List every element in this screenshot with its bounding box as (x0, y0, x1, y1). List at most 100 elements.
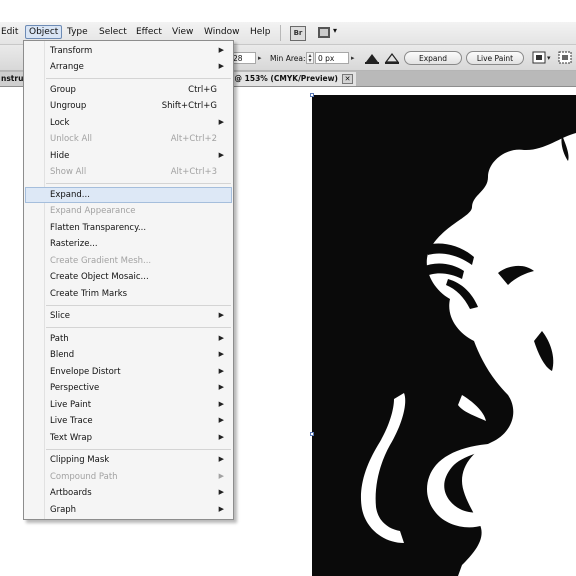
menu-item-label: Show All (50, 167, 87, 177)
menu-item-blend[interactable]: Blend ▶ (25, 347, 232, 363)
selection-handle[interactable] (310, 432, 314, 436)
menu-item-transform[interactable]: Transform ▶ (25, 43, 232, 59)
menu-item-clipping-mask[interactable]: Clipping Mask ▶ (25, 452, 232, 468)
field-arrow-icon[interactable]: ▸ (351, 54, 355, 62)
triangle-right-icon: ▶ (218, 367, 224, 375)
triangle-right-icon: ▶ (218, 455, 224, 463)
menu-item-label: Flatten Transparency... (50, 223, 147, 233)
chevron-down-icon[interactable]: ▾ (333, 26, 337, 35)
menu-help[interactable]: Help (250, 27, 271, 37)
menu-item-shortcut: Alt+Ctrl+2 (170, 134, 217, 144)
menu-item-perspective[interactable]: Perspective ▶ (25, 380, 232, 396)
min-area-field[interactable]: 0 px (315, 52, 349, 64)
menu-item-arrange[interactable]: Arrange ▶ (25, 59, 232, 75)
menu-item-text-wrap[interactable]: Text Wrap ▶ (25, 430, 232, 446)
menu-item-label: Create Trim Marks (50, 289, 128, 299)
triangle-right-icon: ▶ (218, 46, 224, 54)
field-arrow-icon[interactable]: ▸ (258, 54, 262, 62)
menu-item-expand-appearance: Expand Appearance (25, 203, 232, 219)
menu-item-label: Rasterize... (50, 239, 98, 249)
menu-item-expand[interactable]: Expand... (25, 187, 232, 203)
menu-effect[interactable]: Effect (136, 27, 162, 37)
triangle-right-icon: ▶ (218, 350, 224, 358)
triangle-right-icon: ▶ (218, 416, 224, 424)
menu-type[interactable]: Type (67, 27, 88, 37)
live-paint-options-icon[interactable]: ▾ (532, 51, 554, 65)
min-area-label: Min Area: (270, 54, 306, 63)
menu-item-label: Lock (50, 118, 70, 128)
menu-item-label: Clipping Mask (50, 455, 110, 465)
menu-item-shortcut: Shift+Ctrl+G (161, 101, 217, 111)
menu-item-create-trim-marks[interactable]: Create Trim Marks (25, 286, 232, 302)
expand-button[interactable]: Expand (404, 51, 462, 65)
triangle-right-icon: ▶ (218, 505, 224, 513)
menu-item-show-all: Show All Alt+Ctrl+3 (25, 164, 232, 180)
menu-item-live-trace[interactable]: Live Trace ▶ (25, 413, 232, 429)
menu-item-artboards[interactable]: Artboards ▶ (25, 485, 232, 501)
paint-bucket-icon[interactable] (364, 51, 380, 65)
triangle-right-icon: ▶ (218, 311, 224, 319)
menu-item-create-object-mosaic[interactable]: Create Object Mosaic... (25, 269, 232, 285)
menu-view[interactable]: View (172, 27, 193, 37)
triangle-right-icon: ▶ (218, 151, 224, 159)
menu-item-label: Path (50, 334, 69, 344)
live-paint-button[interactable]: Live Paint (466, 51, 524, 65)
menu-separator (46, 183, 231, 184)
menu-item-label: Graph (50, 505, 77, 515)
close-icon[interactable]: ✕ (342, 74, 353, 84)
menu-item-create-gradient-mesh: Create Gradient Mesh... (25, 253, 232, 269)
menu-object[interactable]: Object (25, 25, 63, 39)
menu-item-group[interactable]: Group Ctrl+G (25, 82, 232, 98)
menu-item-flatten-transparency[interactable]: Flatten Transparency... (25, 220, 232, 236)
grid-options-icon[interactable] (557, 51, 575, 65)
menu-item-label: Live Trace (50, 416, 93, 426)
white-swirl-artwork[interactable] (312, 95, 576, 576)
tab-active-document[interactable]: * @ 153% (CMYK/Preview) (228, 72, 356, 86)
triangle-right-icon: ▶ (218, 488, 224, 496)
menu-item-label: Transform (50, 46, 93, 56)
menu-item-rasterize[interactable]: Rasterize... (25, 236, 232, 252)
menu-item-graph[interactable]: Graph ▶ (25, 502, 232, 518)
menu-edit[interactable]: Edit (1, 27, 18, 37)
triangle-right-icon: ▶ (218, 472, 224, 480)
menu-item-live-paint[interactable]: Live Paint ▶ (25, 397, 232, 413)
menu-item-label: Blend (50, 350, 75, 360)
menu-item-ungroup[interactable]: Ungroup Shift+Ctrl+G (25, 98, 232, 114)
menu-separator (46, 78, 231, 79)
menu-window[interactable]: Window (204, 27, 240, 37)
menu-item-label: Live Paint (50, 400, 92, 410)
menu-item-lock[interactable]: Lock ▶ (25, 115, 232, 131)
menu-item-label: Group (50, 85, 76, 95)
window-top-strip (0, 0, 576, 22)
eraser-triangle-icon[interactable] (384, 51, 400, 65)
menu-item-label: Expand... (50, 190, 90, 200)
menu-item-label: Ungroup (50, 101, 87, 111)
menu-item-label: Create Gradient Mesh... (50, 256, 152, 266)
menu-item-label: Envelope Distort (50, 367, 121, 377)
menu-item-envelope-distort[interactable]: Envelope Distort ▶ (25, 364, 232, 380)
menu-item-compound-path: Compound Path ▶ (25, 469, 232, 485)
menu-item-path[interactable]: Path ▶ (25, 331, 232, 347)
menu-item-hide[interactable]: Hide ▶ (25, 148, 232, 164)
menu-separator (46, 327, 231, 328)
menu-item-slice[interactable]: Slice ▶ (25, 308, 232, 324)
menu-item-label: Artboards (50, 488, 92, 498)
object-menu-dropdown: Transform ▶ Arrange ▶ Group Ctrl+G Ungro… (23, 40, 234, 520)
bridge-button[interactable]: Br (290, 26, 306, 41)
selection-handle[interactable] (310, 93, 314, 97)
triangle-right-icon: ▶ (218, 383, 224, 391)
menu-item-label: Perspective (50, 383, 100, 393)
menu-item-unlock-all: Unlock All Alt+Ctrl+2 (25, 131, 232, 147)
triangle-right-icon: ▶ (218, 62, 224, 70)
triangle-right-icon: ▶ (218, 334, 224, 342)
stepper-icon[interactable]: ▴ ▾ (306, 52, 314, 64)
arrange-documents-icon[interactable] (318, 27, 330, 38)
menu-item-label: Compound Path (50, 472, 118, 482)
menu-separator (46, 449, 231, 450)
svg-text:▾: ▾ (547, 54, 551, 62)
triangle-right-icon: ▶ (218, 433, 224, 441)
menu-item-label: Expand Appearance (50, 206, 136, 216)
menu-select[interactable]: Select (99, 27, 127, 37)
menu-item-label: Hide (50, 151, 70, 161)
menu-separator (46, 305, 231, 306)
